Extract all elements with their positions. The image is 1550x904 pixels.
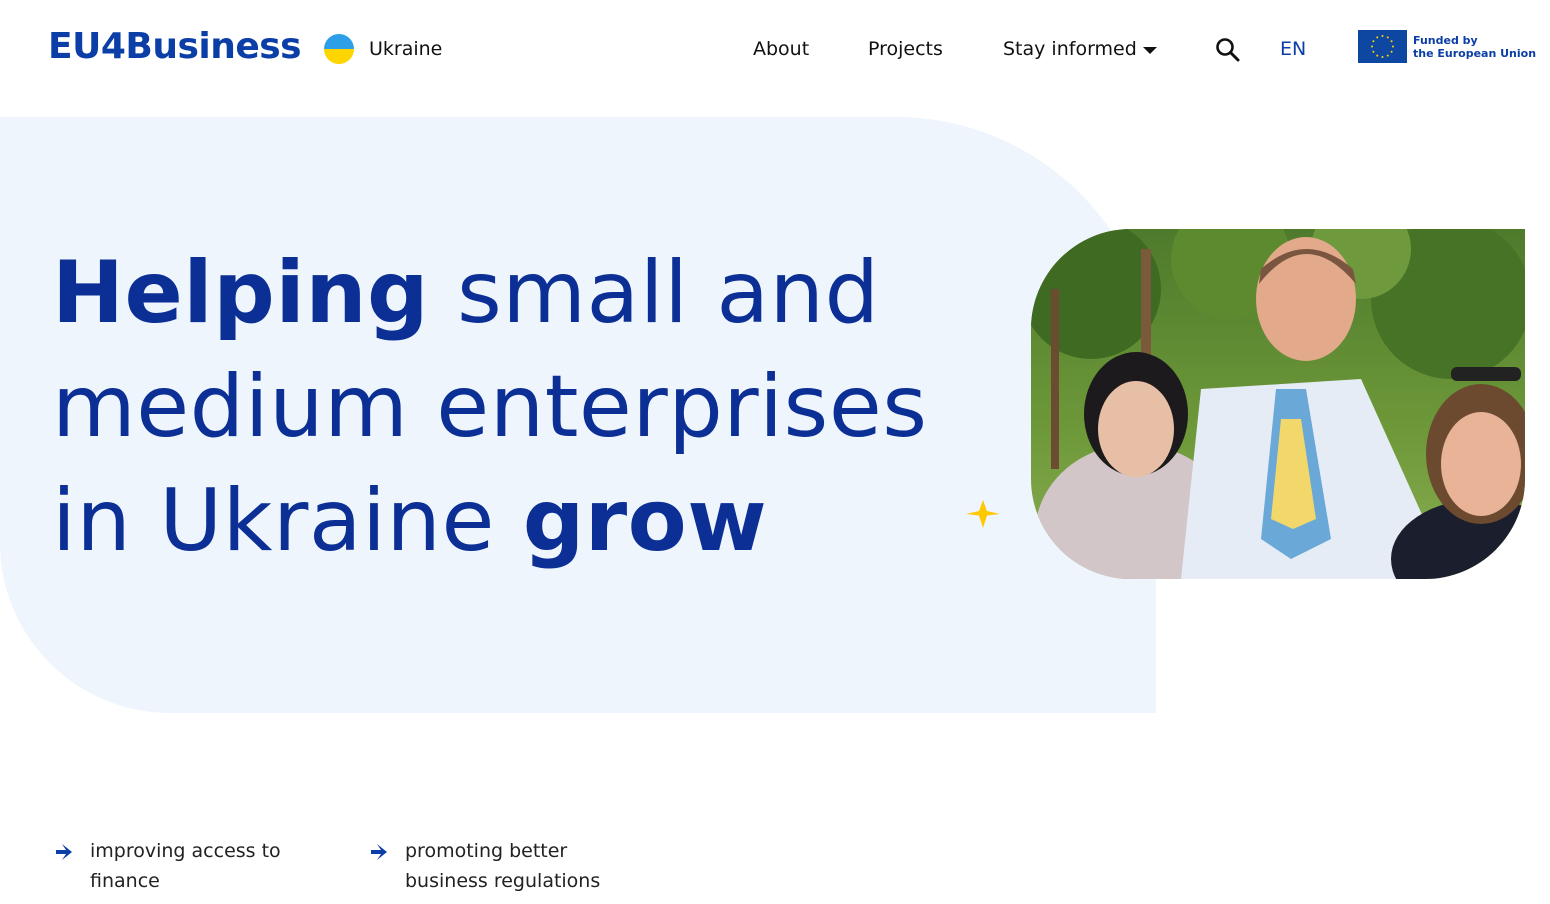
site-header: EU4Business Ukraine About Projects Stay … <box>0 0 1550 100</box>
eu-funding-text: Funded by the European Union <box>1413 34 1536 60</box>
eu-flag-icon <box>1358 30 1407 63</box>
language-selector[interactable]: EN <box>1280 38 1306 60</box>
search-icon <box>1216 38 1240 62</box>
main-nav: About Projects Stay informed EN <box>0 36 1550 66</box>
hero-photo <box>1031 229 1525 579</box>
caret-down-icon <box>1142 46 1157 54</box>
search-button[interactable] <box>1214 36 1242 64</box>
eu-funding-badge: Funded by the European Union <box>1358 30 1536 63</box>
list-item: improving access to finance <box>56 836 316 896</box>
eu-funding-line-2: the European Union <box>1413 46 1537 60</box>
arrow-bullet-icon <box>56 844 72 860</box>
bullet-text-finance: improving access to finance <box>90 840 281 892</box>
arrow-bullet-icon <box>371 844 387 860</box>
list-item: promoting better business regulations <box>371 836 631 896</box>
bullet-text-regulations: promoting better business regulations <box>405 840 601 892</box>
hero-title-bold-helping: Helping <box>52 243 430 343</box>
hero-title-bold-grow: grow <box>522 471 768 571</box>
nav-projects[interactable]: Projects <box>868 38 943 60</box>
yellow-star-icon <box>966 500 1000 528</box>
nav-about[interactable]: About <box>753 38 809 60</box>
nav-stay-informed[interactable]: Stay informed <box>1003 38 1157 60</box>
eu-funding-line-1: Funded by <box>1413 33 1478 47</box>
nav-stay-informed-label: Stay informed <box>1003 38 1137 60</box>
hero-title: Helping small and medium enterprises in … <box>52 236 952 578</box>
